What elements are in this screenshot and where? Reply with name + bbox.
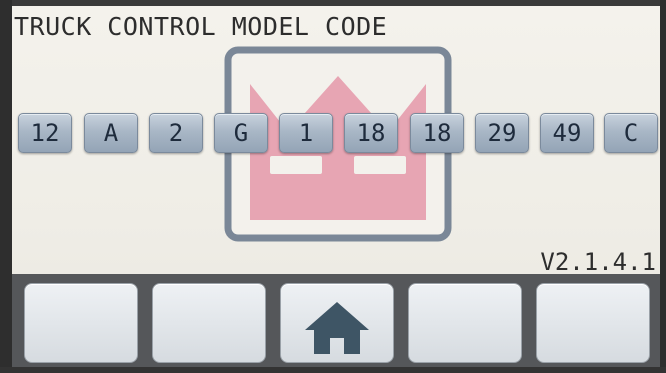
bezel-left: [0, 0, 12, 373]
bezel-right: [660, 0, 666, 373]
softkey-5-button[interactable]: [536, 283, 650, 363]
bezel-bottom: [0, 367, 666, 373]
model-code-chip: G: [214, 113, 268, 153]
model-code-chip: 12: [18, 113, 72, 153]
crown-window-right: [354, 156, 406, 174]
model-code-chip: 49: [540, 113, 594, 153]
crown-window-left: [270, 156, 322, 174]
page-title: TRUCK CONTROL MODEL CODE: [14, 12, 388, 41]
home-button[interactable]: [280, 283, 394, 363]
model-code-chip: 18: [344, 113, 398, 153]
model-code-chip: 29: [475, 113, 529, 153]
softkey-1-button[interactable]: [24, 283, 138, 363]
model-code-chip: 18: [410, 113, 464, 153]
model-code-chip: C: [604, 113, 658, 153]
version-label: V2.1.4.1: [540, 248, 656, 276]
softkey-4-button[interactable]: [408, 283, 522, 363]
model-code-chip: 2: [149, 113, 203, 153]
home-icon: [305, 302, 369, 354]
model-code-chip: 1: [279, 113, 333, 153]
softkey-bar: [12, 274, 660, 367]
display-screen: TRUCK CONTROL MODEL CODE 12 A 2 G 1 18 1…: [12, 6, 660, 367]
model-code-chip: A: [84, 113, 138, 153]
model-code-row: 12 A 2 G 1 18 18 29 49 C: [18, 113, 658, 153]
softkey-2-button[interactable]: [152, 283, 266, 363]
